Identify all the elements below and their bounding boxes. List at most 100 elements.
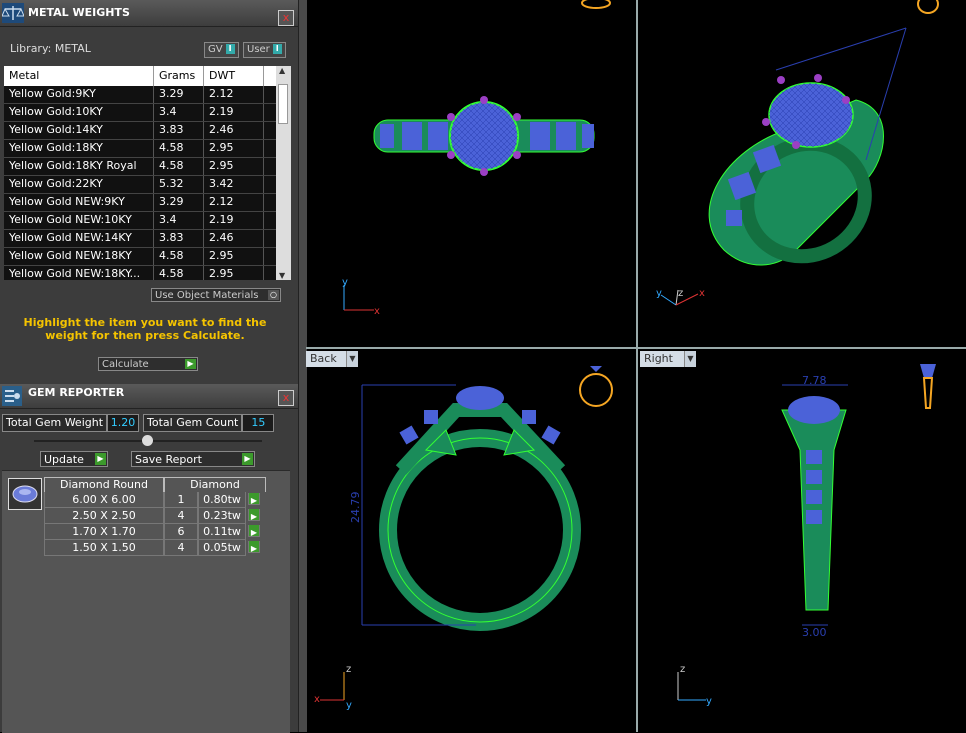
metal-table[interactable]: Metal Grams DWT Yellow Gold:9KY 3.29 2.12 Y… — [4, 66, 276, 280]
gem-cell-size: 2.50 X 2.50 — [44, 508, 164, 524]
metal-weights-close-button[interactable]: x — [278, 10, 294, 26]
metal-cell-metal: Yellow Gold:18KY Royal — [4, 158, 154, 175]
column-header-grams[interactable]: Grams — [154, 66, 204, 86]
gem-reporter-close-button[interactable]: x — [278, 390, 294, 406]
metal-cell-metal: Yellow Gold:18KY — [4, 140, 154, 157]
column-header-type: Diamond — [164, 477, 266, 492]
metal-cell-metal: Yellow Gold NEW:18KY... — [4, 266, 154, 280]
gem-row: 6.00 X 6.00 1 0.80tw ▶ — [44, 492, 266, 508]
total-gem-weight-label: Total Gem Weight — [2, 414, 108, 432]
metal-row[interactable]: Yellow Gold:10KY 3.4 2.19 — [4, 104, 276, 122]
back-view-ring-icon — [579, 366, 613, 407]
viewport-area[interactable]: y x y z x 24.79 z x y 7.78 3.00 z y — [306, 0, 966, 732]
metal-cell-metal: Yellow Gold:22KY — [4, 176, 154, 193]
metal-cell-dwt: 2.95 — [204, 140, 264, 157]
back-view-axis-icon — [320, 672, 345, 701]
column-header-shape: Diamond Round — [44, 477, 164, 492]
metal-cell-grams: 4.58 — [154, 266, 204, 280]
back-view-ring[interactable] — [361, 384, 581, 631]
chevron-down-icon[interactable]: ▼ — [684, 351, 696, 367]
metal-weights-titlebar: METAL WEIGHTS x — [0, 0, 298, 27]
back-view-button[interactable]: Back — [306, 351, 350, 367]
metal-cell-dwt: 2.46 — [204, 230, 264, 247]
calculate-hint: Highlight the item you want to find the … — [23, 316, 267, 342]
metal-cell-metal: Yellow Gold NEW:18KY — [4, 248, 154, 265]
select-gem-arrow-icon[interactable]: ▶ — [248, 525, 260, 537]
gem-cell-tw: 0.80tw — [198, 492, 246, 508]
gem-cell-tw: 0.05tw — [198, 540, 246, 556]
scroll-down-icon[interactable]: ▼ — [279, 271, 285, 280]
metal-cell-metal: Yellow Gold NEW:10KY — [4, 212, 154, 229]
right-view-button[interactable]: Right — [640, 351, 688, 367]
select-gem-arrow-icon[interactable]: ▶ — [248, 509, 260, 521]
metal-cell-dwt: 2.95 — [204, 158, 264, 175]
metal-row[interactable]: Yellow Gold:9KY 3.29 2.12 — [4, 86, 276, 104]
metal-cell-grams: 3.83 — [154, 230, 204, 247]
gem-cell-count: 4 — [164, 540, 198, 556]
perspective-ring[interactable] — [708, 27, 907, 278]
metal-row[interactable]: Yellow Gold:18KY Royal 4.58 2.95 — [4, 158, 276, 176]
metal-row[interactable]: Yellow Gold:18KY 4.58 2.95 — [4, 140, 276, 158]
right-view-axis-icon — [677, 672, 706, 701]
viewport-label: 7.78 — [802, 374, 827, 387]
total-gem-count-value: 15 — [242, 414, 275, 432]
scrollbar-thumb[interactable] — [278, 84, 288, 124]
metal-row[interactable]: Yellow Gold NEW:18KY... 4.58 2.95 — [4, 266, 276, 280]
gv-toggle[interactable]: GV I — [204, 42, 239, 58]
gem-cell-count: 1 — [164, 492, 198, 508]
chevron-down-icon[interactable]: ▼ — [346, 351, 358, 367]
viewport-label: x — [314, 694, 320, 705]
metal-cell-metal: Yellow Gold NEW:9KY — [4, 194, 154, 211]
user-toggle[interactable]: User I — [243, 42, 286, 58]
metal-cell-grams: 3.4 — [154, 212, 204, 229]
total-gem-count-label: Total Gem Count — [143, 414, 243, 432]
metal-table-scrollbar[interactable]: ▲ ▼ — [276, 66, 291, 280]
gem-slider-handle[interactable] — [142, 435, 153, 446]
metal-cell-dwt: 2.19 — [204, 104, 264, 121]
metal-cell-dwt: 2.46 — [204, 122, 264, 139]
scroll-up-icon[interactable]: ▲ — [279, 66, 285, 75]
update-button[interactable]: Update ▶ — [40, 451, 108, 467]
gem-reporter-title: GEM REPORTER — [28, 386, 125, 399]
library-label: Library: METAL — [10, 42, 91, 55]
perspective-ring-icon — [917, 0, 939, 14]
metal-cell-metal: Yellow Gold:9KY — [4, 86, 154, 103]
right-view-ring[interactable] — [781, 384, 848, 626]
select-gem-arrow-icon[interactable]: ▶ — [248, 541, 260, 553]
scale-icon — [2, 3, 24, 23]
metal-cell-metal: Yellow Gold:14KY — [4, 122, 154, 139]
total-gem-weight-value: 1.20 — [107, 414, 140, 432]
toggle-indicator-icon: ○ — [268, 290, 279, 300]
metal-row[interactable]: Yellow Gold NEW:9KY 3.29 2.12 — [4, 194, 276, 212]
gem-totals-row: Total Gem Weight 1.20 Total Gem Count 15 — [2, 414, 278, 432]
play-arrow-icon: ▶ — [242, 453, 253, 465]
metal-cell-dwt: 2.95 — [204, 266, 264, 280]
viewport-label: y — [346, 700, 352, 711]
metal-cell-grams: 4.58 — [154, 158, 204, 175]
metal-cell-dwt: 3.42 — [204, 176, 264, 193]
metal-row[interactable]: Yellow Gold:22KY 5.32 3.42 — [4, 176, 276, 194]
column-header-metal[interactable]: Metal — [4, 66, 154, 86]
viewport-label: 24.79 — [349, 492, 362, 524]
column-header-dwt[interactable]: DWT — [204, 66, 264, 86]
gem-cell-size: 1.50 X 1.50 — [44, 540, 164, 556]
top-view-ring[interactable] — [373, 96, 595, 176]
gem-row: 1.70 X 1.70 6 0.11tw ▶ — [44, 524, 266, 540]
use-object-materials-toggle[interactable]: Use Object Materials ○ — [151, 288, 281, 302]
metal-cell-grams: 5.32 — [154, 176, 204, 193]
gem-table: Diamond Round Diamond 6.00 X 6.00 1 0.80tw… — [44, 477, 266, 556]
save-report-button[interactable]: Save Report ▶ — [131, 451, 255, 467]
metal-row[interactable]: Yellow Gold:14KY 3.83 2.46 — [4, 122, 276, 140]
diamond-icon — [8, 478, 42, 510]
metal-cell-grams: 4.58 — [154, 248, 204, 265]
metal-row[interactable]: Yellow Gold NEW:14KY 3.83 2.46 — [4, 230, 276, 248]
select-gem-arrow-icon[interactable]: ▶ — [248, 493, 260, 505]
metal-row[interactable]: Yellow Gold NEW:18KY 4.58 2.95 — [4, 248, 276, 266]
calculate-button[interactable]: Calculate ▶ — [98, 357, 198, 371]
viewport-label: z — [346, 664, 351, 675]
metal-cell-grams: 4.58 — [154, 140, 204, 157]
play-arrow-icon: ▶ — [95, 453, 106, 465]
metal-cell-dwt: 2.95 — [204, 248, 264, 265]
metal-table-header: Metal Grams DWT — [4, 66, 276, 86]
metal-row[interactable]: Yellow Gold NEW:10KY 3.4 2.19 — [4, 212, 276, 230]
